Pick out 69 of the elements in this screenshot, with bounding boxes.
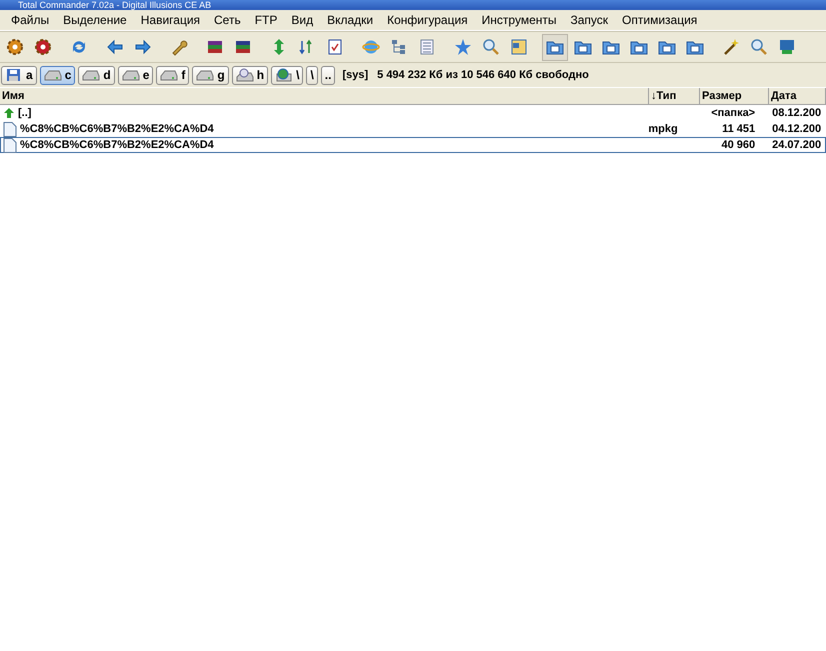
monitor-icon (778, 38, 796, 56)
file-size: <папка> (711, 107, 756, 119)
file-date: 08.12.200 (772, 107, 822, 119)
grid-icon (418, 38, 436, 56)
window-icon (510, 38, 528, 56)
file-row[interactable]: %C8%CB%C6%B7%B2%E2%CA%D4 40 960 24.07.200 (0, 137, 826, 153)
file-name: [..] (18, 107, 32, 119)
arrow-left-icon (106, 38, 124, 56)
hard-drive-icon (44, 68, 62, 82)
volume-label: [sys] (342, 69, 368, 81)
cd-drive-icon (236, 68, 254, 82)
star-icon (454, 38, 472, 56)
column-header[interactable]: Дата (769, 88, 826, 104)
menu-item[interactable]: Конфигурация (380, 13, 475, 27)
search-icon (482, 38, 500, 56)
drive-button[interactable]: d (78, 66, 115, 84)
column-header[interactable]: Размер (700, 88, 769, 104)
gear-icon (34, 38, 52, 56)
hard-drive-icon (82, 68, 100, 82)
hard-drive-icon (196, 68, 214, 82)
menu-item[interactable]: Файлы (4, 13, 56, 27)
file-size: 40 960 (721, 139, 756, 151)
menu-item[interactable]: Запуск (564, 13, 616, 27)
hard-drive-icon (122, 68, 140, 82)
books-icon (206, 38, 224, 56)
column-header[interactable]: Имя (0, 88, 649, 104)
file-date: 24.07.200 (772, 139, 822, 151)
network-drive-icon (275, 68, 294, 82)
column-header[interactable]: ↓Тип (649, 88, 700, 104)
file-date: 04.12.200 (772, 123, 822, 135)
file-name: %C8%CB%C6%B7%B2%E2%CA%D4 (20, 139, 214, 151)
menu-item[interactable]: Оптимизация (615, 13, 704, 27)
drive-button[interactable]: g (192, 66, 229, 84)
drive-button[interactable]: \ (271, 66, 304, 84)
drive-button[interactable]: e (118, 66, 154, 84)
tree-icon (390, 38, 408, 56)
wand-icon (722, 38, 740, 56)
hard-drive-icon (160, 68, 178, 82)
file-size: 11 451 (722, 123, 756, 135)
menu-item[interactable]: Вкладки (320, 13, 380, 27)
file-row[interactable]: [..] <папка> 08.12.200 (0, 105, 826, 121)
search-icon (750, 38, 768, 56)
menu-item[interactable]: Выделение (56, 13, 134, 27)
arrow-right-icon (134, 38, 152, 56)
menu-item[interactable]: Вид (284, 13, 320, 27)
file-type: mpkg (648, 123, 678, 135)
books-icon (234, 38, 252, 56)
menu-item[interactable]: FTP (248, 13, 284, 27)
file-icon (3, 122, 17, 136)
file-name: %C8%CB%C6%B7%B2%E2%CA%D4 (20, 123, 214, 135)
wrench-icon (170, 38, 188, 56)
file-row[interactable]: %C8%CB%C6%B7%B2%E2%CA%D4 mpkg 11 451 04.12.200 (0, 121, 826, 137)
menu-item[interactable]: Навигация (134, 13, 208, 27)
gear-icon (6, 38, 24, 56)
window-title: Total Commander 7.02a - Digital Illusions CE AB (17, 0, 212, 10)
up-arrow-icon (3, 107, 15, 119)
root-button[interactable]: \ (306, 66, 318, 84)
drive-button[interactable]: c (40, 66, 76, 84)
parent-dir-button[interactable]: .. (320, 66, 336, 84)
drive-button[interactable]: h (232, 66, 268, 84)
checklist-icon (326, 38, 344, 56)
drive-button[interactable]: a (1, 66, 37, 84)
globe-icon (362, 38, 380, 56)
file-icon (3, 138, 17, 152)
toolbar-button[interactable] (542, 34, 568, 60)
menu-item[interactable]: Сеть (207, 13, 248, 27)
drive-button[interactable]: f (156, 66, 190, 84)
free-space-text: 5 494 232 Кб из 10 546 640 Кб свободно (377, 69, 589, 81)
menu-item[interactable]: Инструменты (474, 13, 564, 27)
